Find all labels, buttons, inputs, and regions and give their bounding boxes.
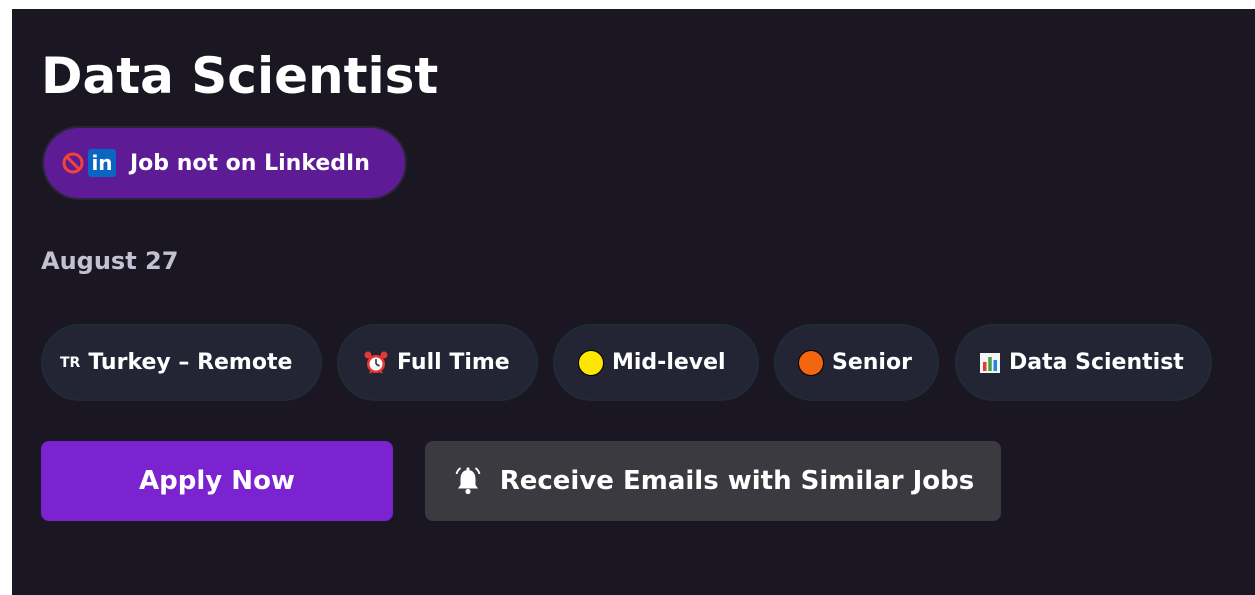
tag-level-mid: Mid-level xyxy=(553,324,759,401)
receive-similar-jobs-button[interactable]: Receive Emails with Similar Jobs xyxy=(425,441,1001,521)
tag-employment-type: Full Time xyxy=(337,324,538,401)
bell-icon xyxy=(452,465,484,497)
tag-label: Mid-level xyxy=(612,350,726,375)
tag-location: TR Turkey – Remote xyxy=(41,324,322,401)
no-entry-icon xyxy=(62,152,84,174)
bar-chart-icon xyxy=(979,352,1001,374)
yellow-circle-icon xyxy=(578,349,604,376)
not-on-linkedin-badge: in Job not on LinkedIn xyxy=(42,126,407,200)
apply-now-button[interactable]: Apply Now xyxy=(41,441,393,521)
posted-date: August 27 xyxy=(41,247,179,275)
alarm-clock-icon xyxy=(363,350,389,376)
job-card: Data Scientist in Job not on LinkedIn Au… xyxy=(12,9,1255,595)
tag-label: Senior xyxy=(832,350,912,375)
tag-category: Data Scientist xyxy=(955,324,1212,401)
receive-similar-jobs-label: Receive Emails with Similar Jobs xyxy=(499,466,975,496)
tag-label: Turkey – Remote xyxy=(88,350,293,375)
tag-label: Full Time xyxy=(397,350,510,375)
linkedin-icon: in xyxy=(88,149,116,177)
orange-circle-icon xyxy=(798,349,824,376)
tag-level-senior: Senior xyxy=(774,324,939,401)
tag-label: Data Scientist xyxy=(1009,350,1184,375)
job-title: Data Scientist xyxy=(41,47,439,105)
turkey-flag-icon: TR xyxy=(60,354,81,371)
badge-label: Job not on LinkedIn xyxy=(130,150,370,176)
